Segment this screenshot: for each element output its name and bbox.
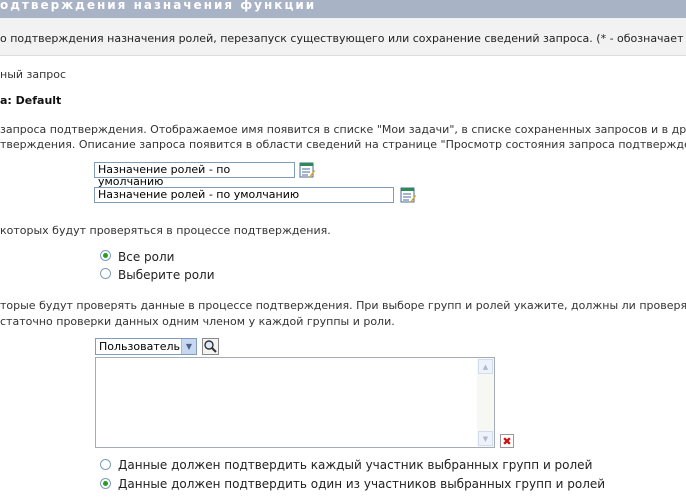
display-name-field[interactable]: Назначение ролей - по умолчанию [94, 162, 295, 188]
radio-select-roles-label: Выберите роли [118, 268, 215, 282]
intro-text: о подтверждения назначения ролей, переза… [0, 32, 686, 45]
radio-all-members[interactable] [100, 459, 111, 470]
request-name: а: Default [0, 94, 62, 107]
description-line-2: тверждения. Описание запроса появится в … [0, 138, 686, 151]
description-line-1: запроса подтверждения. Отображаемое имя … [0, 123, 686, 136]
localize-description-button[interactable] [400, 187, 416, 203]
scroll-up-icon[interactable]: ▲ [478, 359, 493, 374]
close-icon: ✖ [502, 434, 512, 448]
search-reviewers-button[interactable] [202, 338, 219, 355]
required-note: (* - обозначает обяза [596, 32, 686, 45]
reviewers-prompt-line-2: статочно проверки данных одним членом у … [0, 315, 395, 328]
reviewer-type-select[interactable]: Пользователь ▼ [95, 338, 197, 355]
chevron-down-icon[interactable]: ▼ [181, 339, 196, 354]
radio-all-roles-label: Все роли [118, 250, 175, 264]
delete-reviewer-button[interactable]: ✖ [500, 434, 514, 448]
intro-description: о подтверждения назначения ролей, переза… [0, 32, 593, 45]
reviewers-prompt-line-1: торые будут проверять данные в процессе … [0, 299, 686, 312]
reviewers-listbox[interactable]: ▲ ▼ [95, 357, 495, 448]
radio-one-member-label: Данные должен подтвердить один из участн… [118, 477, 606, 491]
description-field[interactable]: Назначение ролей - по умолчанию [94, 187, 394, 203]
request-label: ный запрос [0, 68, 67, 81]
scroll-down-icon[interactable]: ▼ [478, 431, 493, 446]
search-icon [204, 340, 217, 353]
edit-list-icon [400, 187, 416, 203]
reviewer-type-value: Пользователь [99, 340, 181, 353]
page-title: одтверждения назначения функции [0, 0, 317, 12]
radio-all-roles[interactable] [100, 250, 111, 261]
roles-prompt: которых будут проверяться в процессе под… [0, 224, 331, 237]
radio-select-roles[interactable] [100, 268, 111, 279]
header-band: одтверждения назначения функции [0, 0, 686, 18]
radio-all-members-label: Данные должен подтвердить каждый участни… [118, 458, 593, 472]
localize-display-name-button[interactable] [299, 162, 315, 178]
radio-one-member[interactable] [100, 478, 111, 489]
scrollbar[interactable]: ▲ ▼ [477, 358, 494, 447]
edit-list-icon [299, 162, 315, 178]
